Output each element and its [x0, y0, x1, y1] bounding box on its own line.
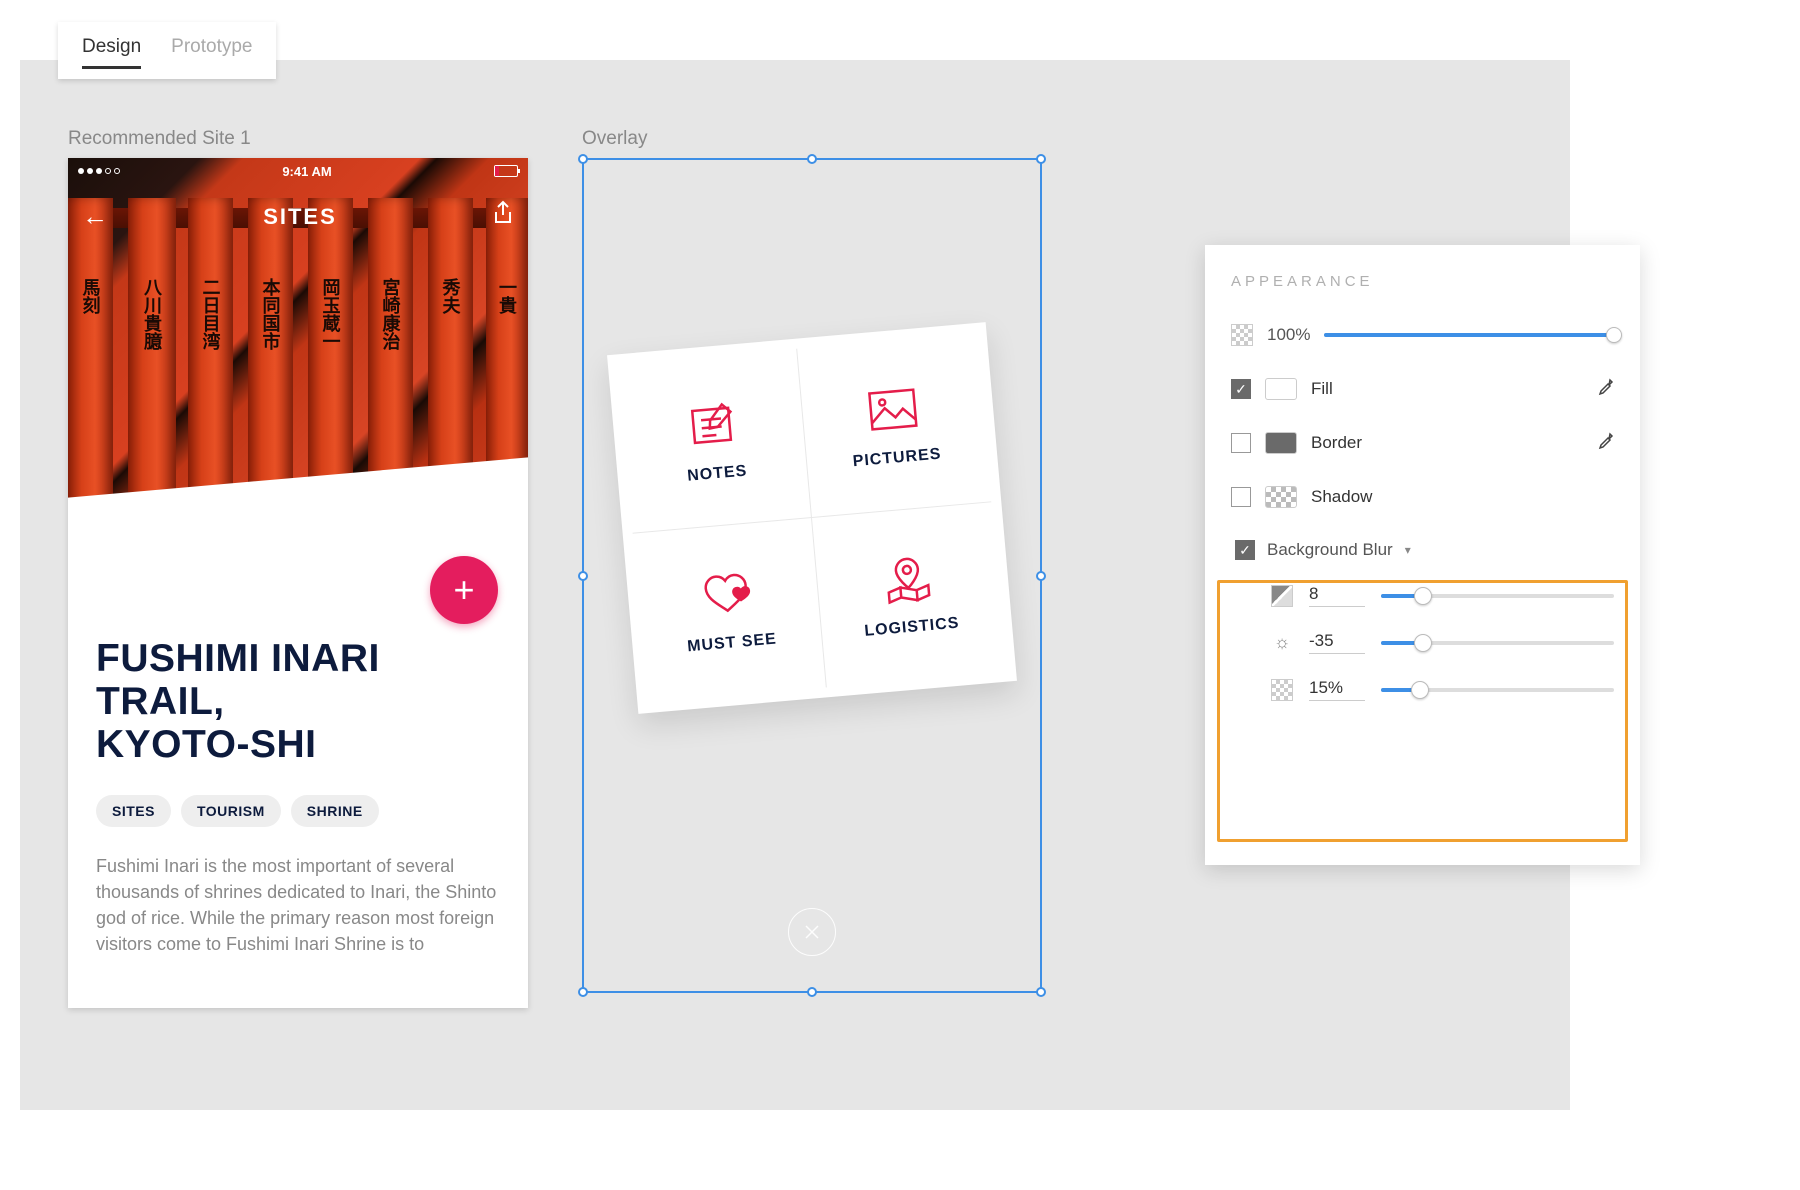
overlay-cell-pictures[interactable]: PICTURES	[797, 333, 991, 518]
artboard-2-label[interactable]: Overlay	[582, 128, 647, 150]
opacity-row: 100%	[1231, 318, 1614, 352]
blur-opacity-slider[interactable]	[1381, 688, 1614, 692]
shadow-swatch[interactable]	[1265, 486, 1297, 508]
tag-shrine[interactable]: SHRINE	[291, 795, 379, 827]
resize-handle-ml[interactable]	[578, 571, 588, 581]
border-row: Border	[1231, 426, 1614, 460]
opacity-checker-icon	[1231, 324, 1253, 346]
notes-icon	[681, 396, 745, 451]
blur-opacity-icon	[1271, 679, 1293, 701]
eyedropper-icon[interactable]	[1596, 432, 1614, 455]
heart-icon	[696, 566, 760, 621]
fill-row: Fill	[1231, 372, 1614, 406]
fill-label: Fill	[1311, 379, 1582, 399]
blur-amount-slider[interactable]	[1381, 594, 1614, 598]
battery-icon	[494, 165, 518, 177]
shadow-checkbox[interactable]	[1231, 487, 1251, 507]
blur-brightness-value[interactable]: -35	[1309, 631, 1365, 654]
shadow-label: Shadow	[1311, 487, 1614, 507]
close-overlay-button[interactable]	[788, 908, 836, 956]
overlay-label-logistics: LOGISTICS	[864, 615, 960, 641]
chevron-down-icon[interactable]: ▾	[1405, 543, 1411, 557]
border-swatch[interactable]	[1265, 432, 1297, 454]
signal-dots-icon	[78, 168, 120, 174]
tag-tourism[interactable]: TOURISM	[181, 795, 281, 827]
background-blur-row: Background Blur ▾	[1231, 540, 1614, 560]
overlay-label-notes: NOTES	[687, 462, 748, 485]
map-pin-icon	[876, 550, 940, 605]
fill-swatch[interactable]	[1265, 378, 1297, 400]
opacity-value[interactable]: 100%	[1267, 325, 1310, 345]
blur-amount-icon	[1271, 585, 1293, 607]
overlay-cell-logistics[interactable]: LOGISTICS	[812, 502, 1006, 687]
overlay-menu-card[interactable]: NOTES PICTURES MUST SEE LOGISTICS	[607, 322, 1017, 714]
back-arrow-icon[interactable]: ←	[82, 201, 108, 232]
fill-checkbox[interactable]	[1231, 379, 1251, 399]
brightness-icon: ☼	[1271, 632, 1293, 654]
blur-amount-row: 8	[1231, 584, 1614, 607]
artboard-overlay[interactable]: NOTES PICTURES MUST SEE LOGISTICS	[582, 158, 1042, 993]
opacity-slider[interactable]	[1324, 333, 1614, 337]
tab-design[interactable]: Design	[82, 36, 141, 69]
shadow-row: Shadow	[1231, 480, 1614, 514]
fab-add-button[interactable]: +	[430, 556, 498, 624]
status-time: 9:41 AM	[282, 164, 331, 179]
artboard-1-label[interactable]: Recommended Site 1	[68, 128, 251, 150]
tag-sites[interactable]: SITES	[96, 795, 171, 827]
site-title: FUSHIMI INARI TRAIL, KYOTO-SHI	[96, 638, 500, 767]
blur-checkbox[interactable]	[1235, 540, 1255, 560]
tab-prototype[interactable]: Prototype	[171, 36, 252, 69]
blur-amount-value[interactable]: 8	[1309, 584, 1365, 607]
eyedropper-icon[interactable]	[1596, 378, 1614, 401]
artboard-recommended-site[interactable]: 八川貴臆 二日目湾 本同国市 岡玉蔵一 宮崎康治 秀夫 一貴 馬刻 9:41 A…	[68, 158, 528, 1008]
overlay-label-pictures: PICTURES	[852, 445, 942, 471]
panel-title: APPEARANCE	[1231, 273, 1614, 290]
resize-handle-tl[interactable]	[578, 154, 588, 164]
status-bar: 9:41 AM	[68, 158, 528, 184]
appearance-panel: APPEARANCE 100% Fill Border Shadow Backg…	[1205, 245, 1640, 865]
resize-handle-tm[interactable]	[807, 154, 817, 164]
nav-title: SITES	[263, 204, 337, 230]
blur-brightness-slider[interactable]	[1381, 641, 1614, 645]
overlay-label-must-see: MUST SEE	[687, 631, 778, 657]
tag-row: SITES TOURISM SHRINE	[96, 795, 500, 827]
overlay-cell-must-see[interactable]: MUST SEE	[633, 518, 827, 703]
mode-tabs: Design Prototype	[58, 22, 276, 79]
blur-label: Background Blur	[1267, 540, 1393, 560]
blur-opacity-value[interactable]: 15%	[1309, 678, 1365, 701]
blur-brightness-row: ☼ -35	[1231, 631, 1614, 654]
resize-handle-br[interactable]	[1036, 987, 1046, 997]
pictures-icon	[861, 381, 925, 436]
nav-bar: ← SITES	[68, 200, 528, 233]
resize-handle-bl[interactable]	[578, 987, 588, 997]
border-checkbox[interactable]	[1231, 433, 1251, 453]
resize-handle-bm[interactable]	[807, 987, 817, 997]
blur-opacity-row: 15%	[1231, 678, 1614, 701]
resize-handle-mr[interactable]	[1036, 571, 1046, 581]
site-description: Fushimi Inari is the most important of s…	[96, 853, 500, 957]
border-label: Border	[1311, 433, 1582, 453]
share-icon[interactable]	[492, 200, 514, 233]
tutorial-highlight	[1217, 580, 1628, 842]
overlay-cell-notes[interactable]: NOTES	[618, 349, 812, 534]
resize-handle-tr[interactable]	[1036, 154, 1046, 164]
